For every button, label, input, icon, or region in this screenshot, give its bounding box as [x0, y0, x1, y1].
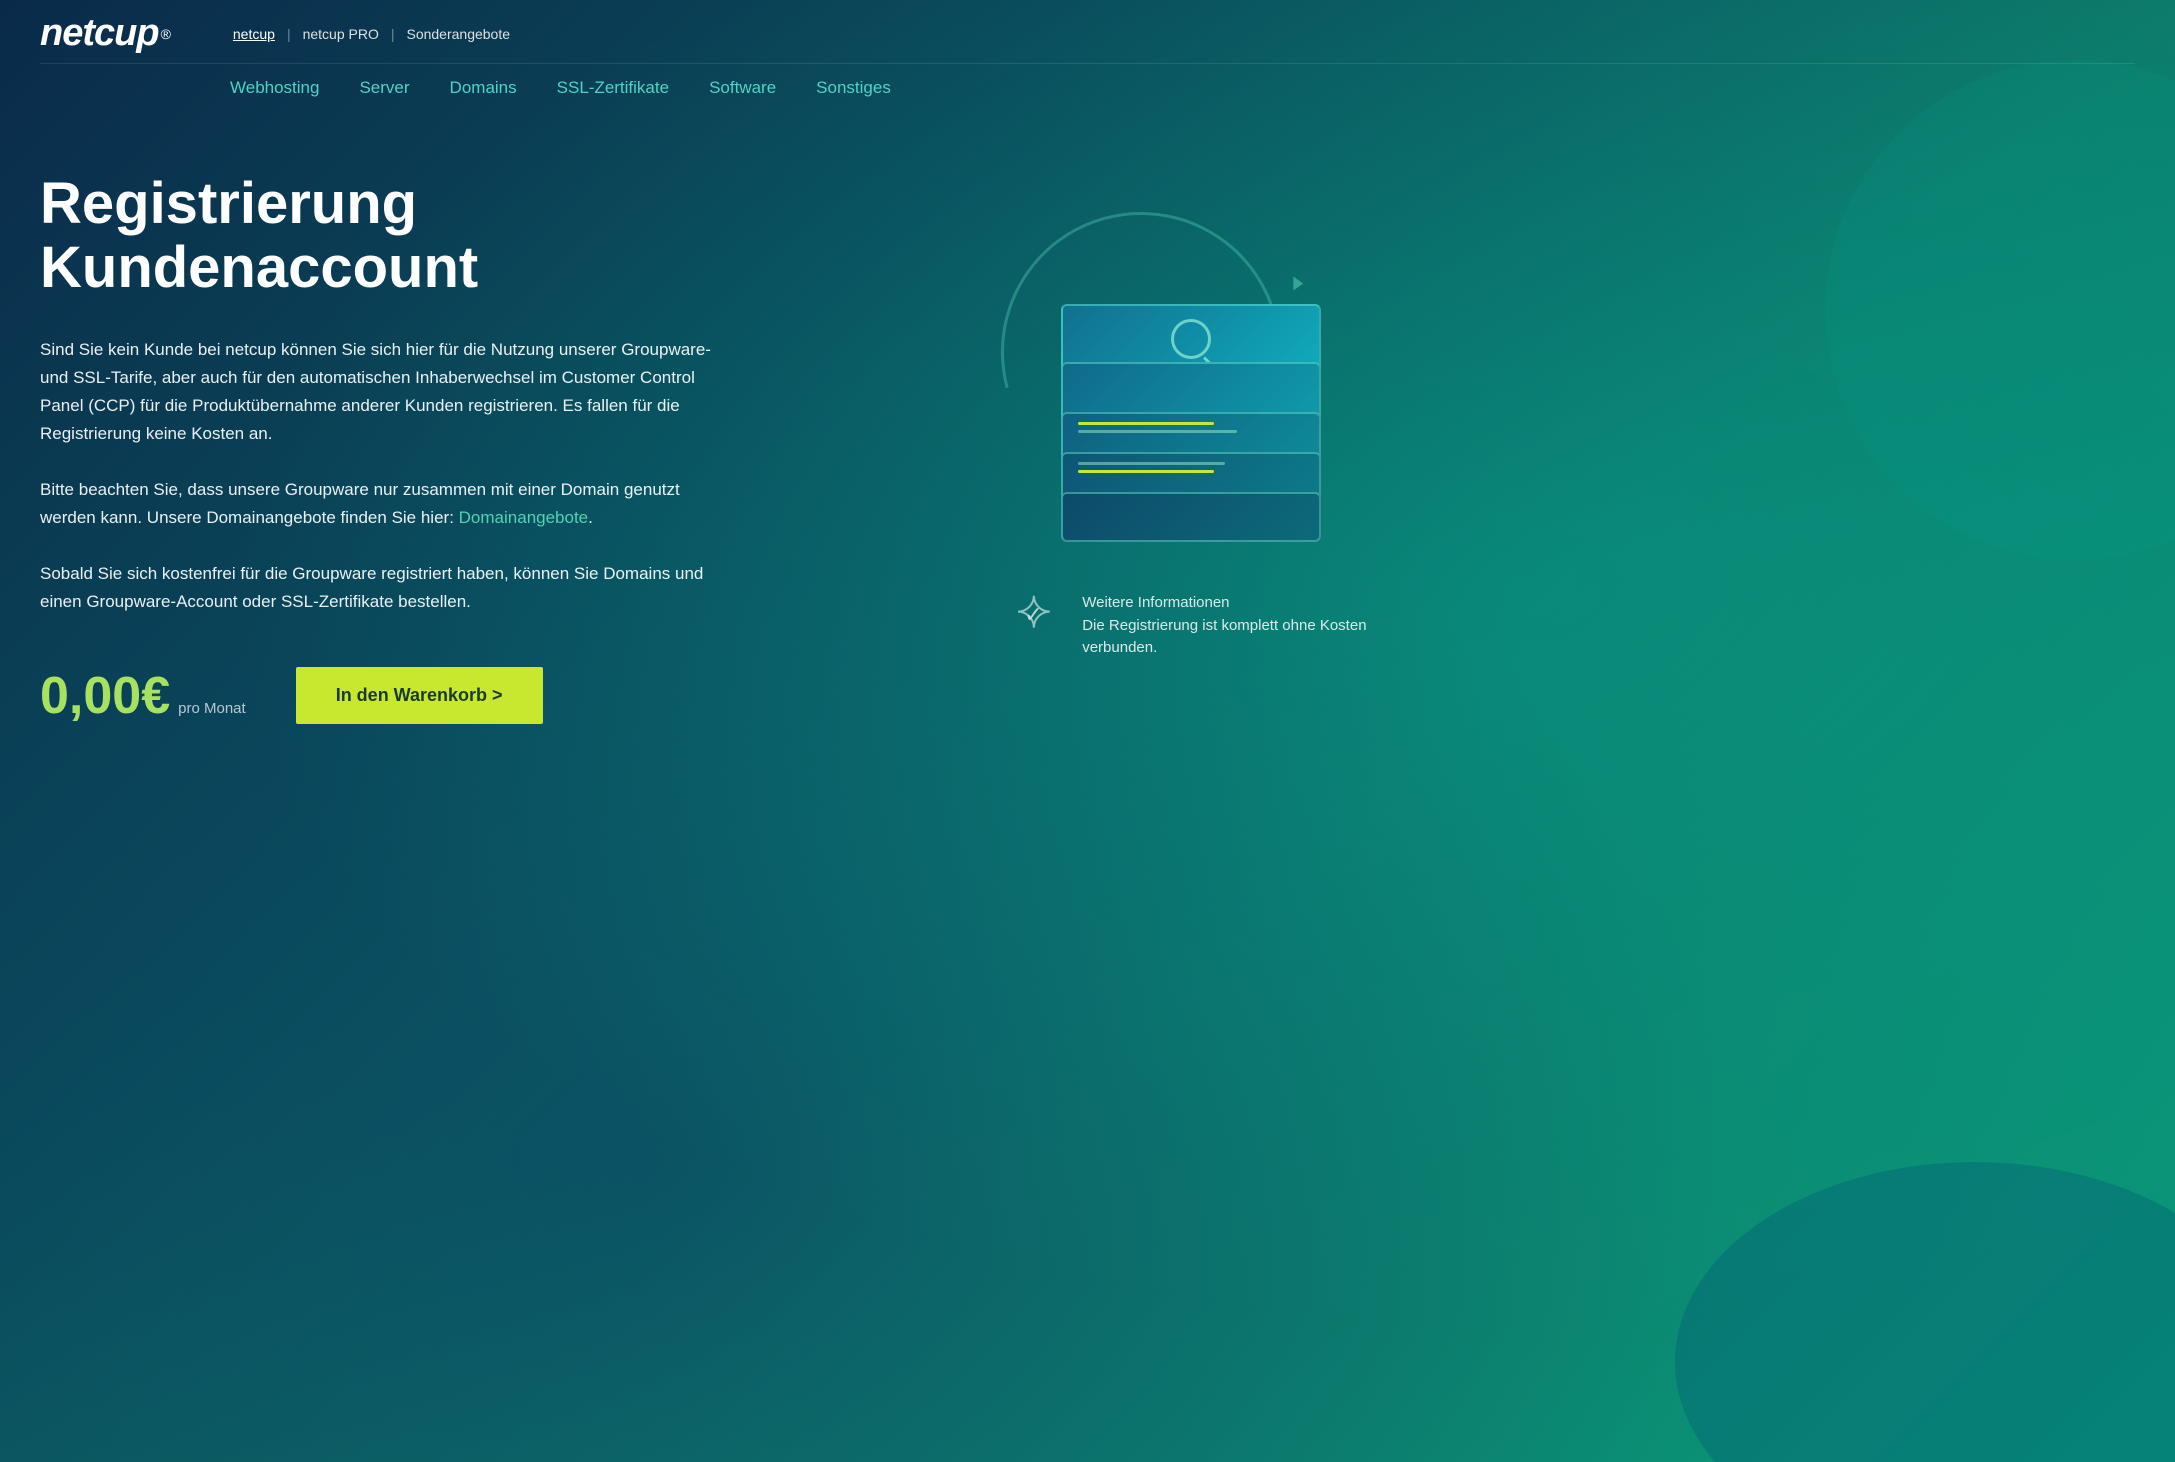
- nav-server[interactable]: Server: [359, 78, 409, 98]
- nav-main-bar: Webhosting Server Domains SSL-Zertifikat…: [230, 64, 2135, 112]
- price-block: 0,00€ pro Monat: [40, 666, 246, 726]
- stack-illustration: [1021, 242, 1361, 542]
- layer-lines-3: [1063, 414, 1319, 441]
- nav-ssl[interactable]: SSL-Zertifikate: [557, 78, 669, 98]
- page-title: Registrierung Kundenaccount: [40, 172, 720, 300]
- hero-note-suffix: .: [588, 508, 593, 527]
- domain-link[interactable]: Domainangebote: [459, 508, 588, 527]
- price-period: pro Monat: [178, 700, 246, 717]
- line-4: [1078, 462, 1225, 465]
- logo-text: netcup: [40, 12, 159, 55]
- line-yellow-2: [1078, 470, 1214, 473]
- price-amount: 0,00€: [40, 666, 170, 726]
- search-icon: [1171, 319, 1211, 359]
- hero-paragraph-1: Sind Sie kein Kunde bei netcup können Si…: [40, 336, 720, 448]
- hero-paragraph-2: Bitte beachten Sie, dass unsere Groupwar…: [40, 476, 720, 532]
- nav-top-netcup[interactable]: netcup: [221, 22, 287, 46]
- logo[interactable]: netcup ®: [40, 12, 171, 55]
- layer-lines-4: [1274, 379, 1304, 406]
- nav-software[interactable]: Software: [709, 78, 776, 98]
- illustration: [981, 192, 1401, 572]
- info-text-block: Weitere Informationen Die Registrierung …: [1082, 592, 1366, 660]
- nav-top-pro[interactable]: netcup PRO: [291, 22, 391, 46]
- line-3: [1078, 430, 1236, 433]
- stack-layer-base: [1061, 492, 1321, 542]
- nav-sonstiges[interactable]: Sonstiges: [816, 78, 891, 98]
- checkmark-icon: ✓: [1024, 602, 1042, 628]
- navbar: netcup ® netcup | netcup PRO | Sonderang…: [0, 0, 2175, 112]
- info-line-2: Die Registrierung ist komplett ohne Kost…: [1082, 615, 1366, 638]
- title-line2: Kundenaccount: [40, 235, 478, 300]
- nav-top-sonderangebote[interactable]: Sonderangebote: [394, 22, 522, 46]
- price-section: 0,00€ pro Monat In den Warenkorb >: [40, 666, 720, 726]
- nav-domains[interactable]: Domains: [450, 78, 517, 98]
- info-line-1: Weitere Informationen: [1082, 592, 1366, 615]
- add-to-cart-button[interactable]: In den Warenkorb >: [296, 667, 543, 724]
- nav-webhosting[interactable]: Webhosting: [230, 78, 319, 98]
- hero-paragraph-3: Sobald Sie sich kostenfrei für die Group…: [40, 560, 720, 616]
- hero-visual: ✦ ✓ Weitere Informationen Die Registrier…: [720, 172, 1663, 660]
- hero-content: Registrierung Kundenaccount Sind Sie kei…: [40, 172, 720, 726]
- star-check-icon: ✦ ✓: [1016, 592, 1066, 642]
- hero-section: Registrierung Kundenaccount Sind Sie kei…: [0, 112, 2175, 1462]
- page-wrapper: netcup ® netcup | netcup PRO | Sonderang…: [0, 0, 2175, 1462]
- info-badge: ✦ ✓ Weitere Informationen Die Registrier…: [996, 592, 1386, 660]
- info-line-3: verbunden.: [1082, 637, 1366, 660]
- layer-lines-2: [1063, 454, 1319, 481]
- nav-top-bar: netcup ® netcup | netcup PRO | Sonderang…: [40, 0, 2135, 64]
- logo-registered: ®: [161, 26, 171, 42]
- title-line1: Registrierung: [40, 171, 417, 236]
- line-yellow: [1078, 422, 1214, 425]
- nav-top-links: netcup | netcup PRO | Sonderangebote: [221, 22, 522, 46]
